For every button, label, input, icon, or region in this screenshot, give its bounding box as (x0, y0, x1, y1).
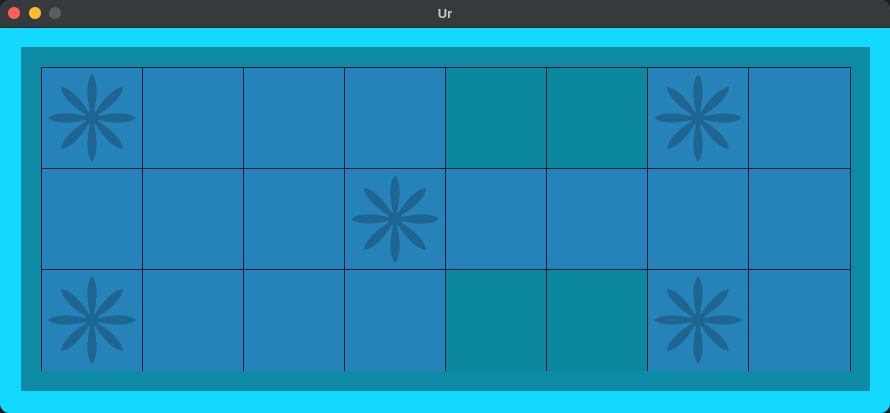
board-square-rosette[interactable] (42, 68, 143, 169)
board-square[interactable] (42, 169, 143, 270)
board-square[interactable] (143, 169, 244, 270)
board-square[interactable] (446, 169, 547, 270)
rosette-icon (654, 276, 742, 364)
board-square[interactable] (749, 270, 850, 371)
board-frame (21, 47, 870, 391)
board-square[interactable] (749, 68, 850, 169)
board-square-rosette[interactable] (345, 169, 446, 270)
board-square[interactable] (648, 169, 749, 270)
board-square-rosette[interactable] (648, 270, 749, 371)
window-title: Ur (437, 6, 453, 21)
board-square[interactable] (244, 68, 345, 169)
rosette-icon (48, 74, 136, 162)
board-gap (547, 68, 648, 169)
board-gap (547, 270, 648, 371)
board-square[interactable] (345, 68, 446, 169)
game-area (0, 28, 890, 413)
board-square[interactable] (547, 169, 648, 270)
board-square[interactable] (244, 169, 345, 270)
rosette-icon (48, 276, 136, 364)
title-bar: Ur (0, 0, 890, 28)
board-square[interactable] (345, 270, 446, 371)
rosette-icon (351, 175, 439, 263)
rosette-icon (654, 74, 742, 162)
board-gap (446, 68, 547, 169)
board-gap (446, 270, 547, 371)
app-window: Ur (0, 0, 890, 413)
board-square[interactable] (244, 270, 345, 371)
board-square[interactable] (749, 169, 850, 270)
board-square-rosette[interactable] (42, 270, 143, 371)
board-square[interactable] (143, 68, 244, 169)
ur-board (41, 67, 851, 371)
board-square-rosette[interactable] (648, 68, 749, 169)
board-square[interactable] (143, 270, 244, 371)
